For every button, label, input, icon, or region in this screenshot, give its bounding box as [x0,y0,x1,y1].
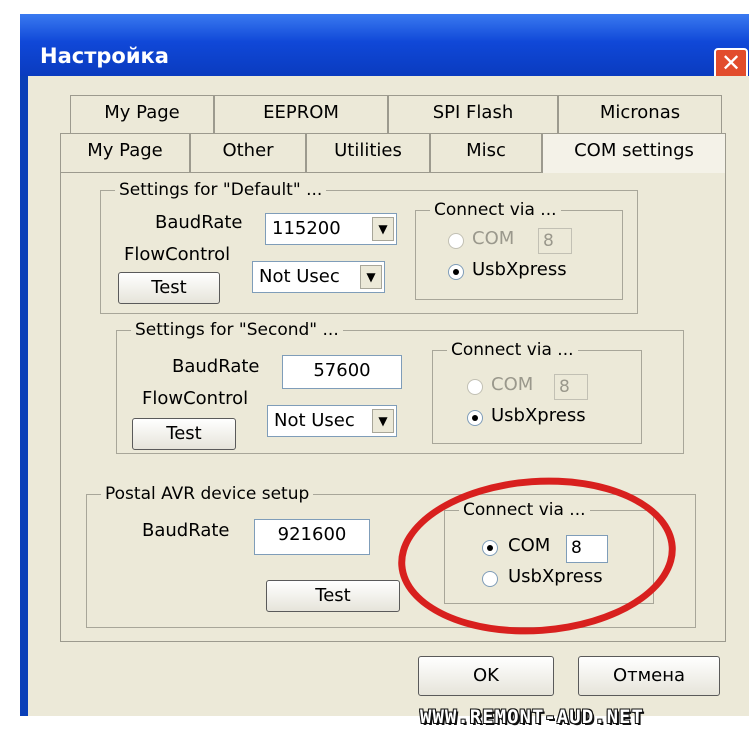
title-bar[interactable]: Настройка ✕ [20,14,749,80]
default-flowcontrol-label: FlowControl [124,244,231,265]
tab-misc[interactable]: Misc [430,133,542,173]
postal-baudrate-field[interactable]: 921600 [254,519,370,555]
second-flowcontrol-select[interactable]: Not Usec ▼ [267,405,397,437]
second-com-radio[interactable] [467,379,483,395]
default-com-radio[interactable] [448,233,464,249]
default-baudrate-label: BaudRate [155,212,243,233]
second-baudrate-label: BaudRate [172,356,260,377]
second-flowcontrol-label: FlowControl [142,388,249,409]
postal-baudrate-label: BaudRate [142,520,230,541]
second-test-button[interactable]: Test [132,418,236,450]
default-flowcontrol-value: Not Usec [259,266,340,287]
second-usbxpress-label: UsbXpress [491,405,586,426]
ok-button[interactable]: OK [418,656,554,696]
tab-com-settings[interactable]: COM settings [542,133,726,173]
chevron-down-icon[interactable]: ▼ [360,265,382,289]
default-usbxpress-radio[interactable] [448,264,464,280]
default-test-button[interactable]: Test [118,272,220,304]
second-baudrate-field[interactable]: 57600 [282,355,402,389]
default-connect-legend: Connect via ... [434,200,557,220]
second-com-port-field[interactable]: 8 [554,374,588,400]
tab-other[interactable]: Other [190,133,306,173]
tab-utilities[interactable]: Utilities [306,133,430,173]
default-com-port-field[interactable]: 8 [538,228,572,254]
second-flowcontrol-value: Not Usec [274,410,355,431]
tab-my-page-2[interactable]: My Page [60,133,190,173]
cancel-button[interactable]: Отмена [578,656,720,696]
default-baudrate-value: 115200 [272,218,341,239]
second-connect-group: Connect via ... [432,340,642,444]
default-baudrate-select[interactable]: 115200 ▼ [265,213,397,245]
watermark: WWW.REMONT-AUD.NET [420,706,644,728]
close-icon: ✕ [720,49,742,77]
second-usbxpress-radio[interactable] [467,410,483,426]
tab-micronas[interactable]: Micronas [558,95,722,133]
default-usbxpress-label: UsbXpress [472,259,567,280]
default-group-legend: Settings for "Default" ... [119,180,323,200]
tab-eeprom[interactable]: EEPROM [214,95,388,133]
default-connect-group: Connect via ... [415,200,623,300]
chevron-down-icon[interactable]: ▼ [372,409,394,433]
tab-spi-flash[interactable]: SPI Flash [388,95,558,133]
tab-my-page-1[interactable]: My Page [70,95,214,133]
second-group-legend: Settings for "Second" ... [135,320,339,340]
postal-group-legend: Postal AVR device setup [105,484,310,504]
default-flowcontrol-select[interactable]: Not Usec ▼ [252,261,385,293]
chevron-down-icon[interactable]: ▼ [372,217,394,241]
default-com-label: COM [472,228,515,249]
postal-test-button[interactable]: Test [266,580,400,612]
second-connect-legend: Connect via ... [451,340,574,360]
window-title: Настройка [40,44,169,68]
second-com-label: COM [491,374,534,395]
